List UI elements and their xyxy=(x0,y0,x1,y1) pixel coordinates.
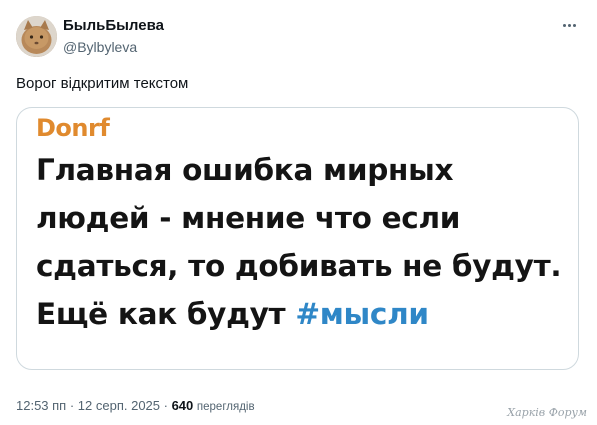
more-horizontal-icon xyxy=(562,23,576,27)
embedded-post-author: Donrf xyxy=(36,114,110,142)
tweet-meta: 12:53 пп · 12 серп. 2025 · 640 перегляді… xyxy=(16,398,255,413)
embedded-post-line-text: Ещё как будут xyxy=(36,297,296,331)
author-handle[interactable]: @Bylbyleva xyxy=(63,39,137,55)
embedded-post-text: Главная ошибка мирных людей - мнение что… xyxy=(36,146,576,338)
author-display-name[interactable]: БыльБылева xyxy=(63,17,164,34)
embedded-post-line-last: Ещё как будут #мысли xyxy=(36,290,576,338)
avatar[interactable] xyxy=(16,16,57,57)
avatar-image xyxy=(16,16,57,57)
tweet-time[interactable]: 12:53 пп xyxy=(16,398,66,413)
meta-separator: · xyxy=(66,398,78,413)
embedded-post-card[interactable]: Donrf Главная ошибка мирных людей - мнен… xyxy=(16,107,579,370)
views-label: переглядів xyxy=(196,401,255,413)
watermark: Харків Форум xyxy=(507,406,587,419)
more-options-button[interactable] xyxy=(559,16,579,34)
meta-separator: · xyxy=(160,398,172,413)
tweet-text: Ворог відкритим текстом xyxy=(16,75,189,92)
embedded-post-line: Главная ошибка мирных xyxy=(36,153,454,187)
hashtag-link[interactable]: #мысли xyxy=(295,297,429,331)
tweet-date[interactable]: 12 серп. 2025 xyxy=(78,398,160,413)
embedded-post-line: людей - мнение что если xyxy=(36,201,461,235)
embedded-post-line: сдаться, то добивать не будут. xyxy=(36,249,562,283)
views-count: 640 xyxy=(171,398,194,413)
